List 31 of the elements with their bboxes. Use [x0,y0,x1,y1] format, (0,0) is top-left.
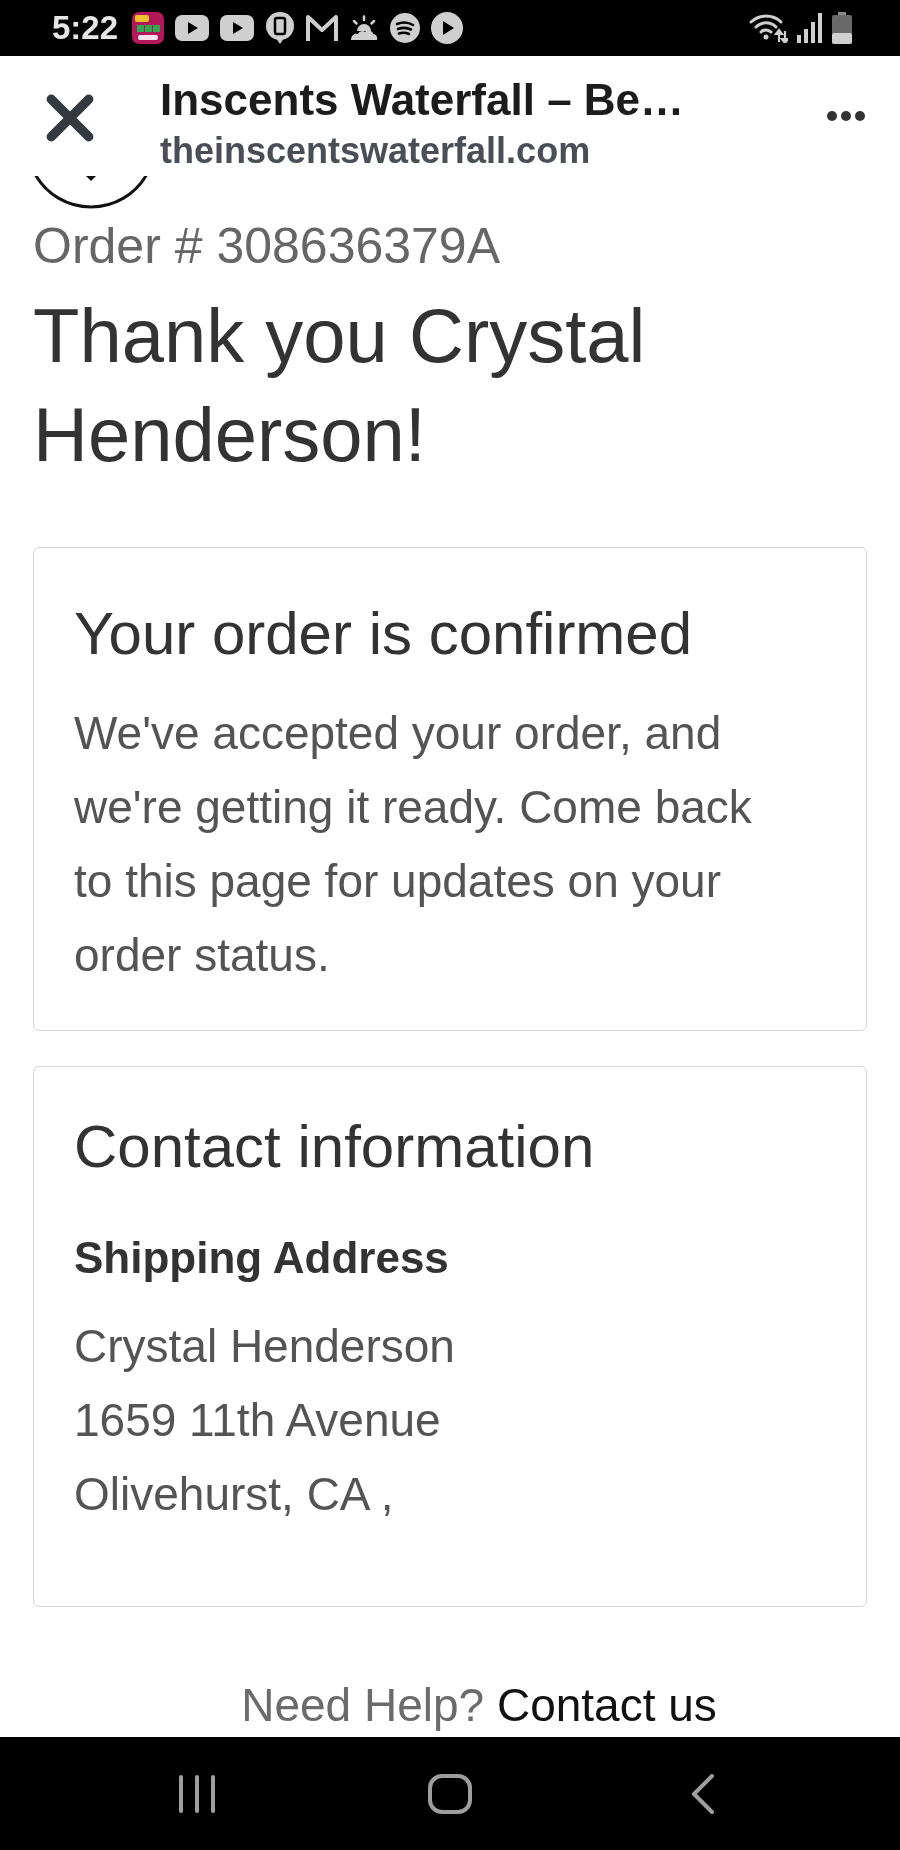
address-line: 1659 11th Avenue [74,1393,442,1448]
home-icon [428,1773,472,1814]
more-icon [827,111,865,121]
sun-cloud-icon [349,15,380,41]
circle-waves-icon [390,13,421,43]
section-title: Shipping Address [74,1232,450,1284]
recents-icon [178,1773,217,1814]
close-icon [45,93,95,143]
help-text: Need Help? Contact us [240,1678,718,1733]
video-play-icon [220,15,255,41]
signal-icon [797,13,823,43]
site-domain: theinscentswaterfall.com [160,130,592,172]
order-number: Order # 308636379A [33,217,502,276]
wifi-icon [749,13,788,43]
confirmation-message: We've accepted your order, and we're getting it ready. Come back to this page for updates on your order status. [74,706,753,983]
address-line: Olivehurst, CA , [74,1467,395,1522]
status-time: 5:22 [52,8,119,48]
phone-bubble-icon [265,12,296,44]
video-play-icon [175,15,210,41]
card-title: Contact information [74,1112,596,1182]
play-circle-icon [431,12,464,44]
battery-icon [832,12,852,44]
app-tile-icon [132,12,165,44]
card-title: Your order is confirmed [74,599,694,669]
address-line: Crystal Henderson [74,1319,456,1374]
contact-link[interactable]: Contact us [496,1679,717,1731]
caret-circle-icon [33,176,149,210]
page-title: Inscents Waterfall – Be… [160,74,685,126]
back-icon [689,1772,716,1815]
letter-m-icon [306,15,339,41]
thank-you-heading: Thank you Crystal Henderson! [33,292,647,479]
